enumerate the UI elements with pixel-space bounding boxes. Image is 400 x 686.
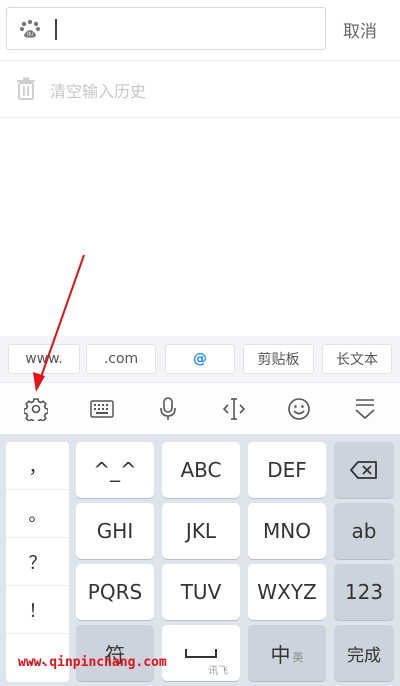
trash-icon <box>17 77 35 100</box>
key-smiley[interactable]: ^_^ <box>76 442 154 498</box>
site-watermark: www.qinpinchang.com <box>18 655 167 670</box>
chip-long-text[interactable]: 长文本 <box>322 344 392 374</box>
baidu-paw-icon: du <box>20 19 40 38</box>
done-key[interactable]: 完成 <box>334 625 394 681</box>
punctuation-column: ， 。 ？ ！ … <box>6 442 69 682</box>
text-cursor <box>55 19 57 40</box>
keyboard-toolbar <box>0 382 400 434</box>
chip-com[interactable]: .com <box>86 344 156 374</box>
key-tuv[interactable]: TUV <box>162 564 240 620</box>
chinese-label: 中 <box>270 642 291 667</box>
key-jkl[interactable]: JKL <box>162 503 240 559</box>
collapse-keyboard-icon[interactable] <box>352 396 378 422</box>
backspace-icon <box>350 461 377 479</box>
ifly-brand-label: 讯飞 <box>208 666 228 677</box>
key-def[interactable]: DEF <box>248 442 326 498</box>
svg-text:du: du <box>27 32 33 38</box>
emoji-icon[interactable] <box>286 396 312 422</box>
key-abc[interactable]: ABC <box>162 442 240 498</box>
key-mno[interactable]: MNO <box>248 503 326 559</box>
space-key[interactable]: 讯飞 <box>162 625 240 681</box>
key-exclaim[interactable]: ！ <box>6 586 69 634</box>
english-label: 英 <box>292 651 304 664</box>
cursor-icon[interactable] <box>221 396 247 422</box>
chip-clipboard[interactable]: 剪贴板 <box>243 344 314 374</box>
key-symbol[interactable]: 符 <box>76 625 154 681</box>
microphone-icon[interactable] <box>155 396 181 422</box>
backspace-key[interactable] <box>334 442 394 498</box>
search-input[interactable]: du <box>6 7 326 50</box>
search-header: du 取消 <box>0 0 400 60</box>
clear-history-label: 清空输入历史 <box>50 82 147 101</box>
key-123[interactable]: 123 <box>334 564 394 620</box>
key-period[interactable]: 。 <box>6 490 69 538</box>
key-ghi[interactable]: GHI <box>76 503 154 559</box>
clear-history-row[interactable]: 清空输入历史 <box>0 60 400 118</box>
chip-at[interactable]: @ <box>165 344 235 374</box>
key-comma[interactable]: ， <box>6 442 69 490</box>
nine-key-keyboard: ， 。 ？ ！ … ^_^ ABC DEF GHI JKL MNO ab PQR… <box>0 434 400 686</box>
cancel-button[interactable]: 取消 <box>343 17 377 42</box>
suggestion-bar: www. .com @ 剪贴板 长文本 <box>0 336 400 382</box>
chip-www[interactable]: www. <box>8 344 80 374</box>
key-pqrs[interactable]: PQRS <box>76 564 154 620</box>
key-ab[interactable]: ab <box>334 503 394 559</box>
key-chinese-english-toggle[interactable]: 中 英 <box>248 625 326 681</box>
gear-icon[interactable] <box>23 396 49 422</box>
space-bar-icon <box>185 649 217 658</box>
keyboard-icon[interactable] <box>89 396 115 422</box>
key-wxyz[interactable]: WXYZ <box>248 564 326 620</box>
key-question[interactable]: ？ <box>6 538 69 586</box>
